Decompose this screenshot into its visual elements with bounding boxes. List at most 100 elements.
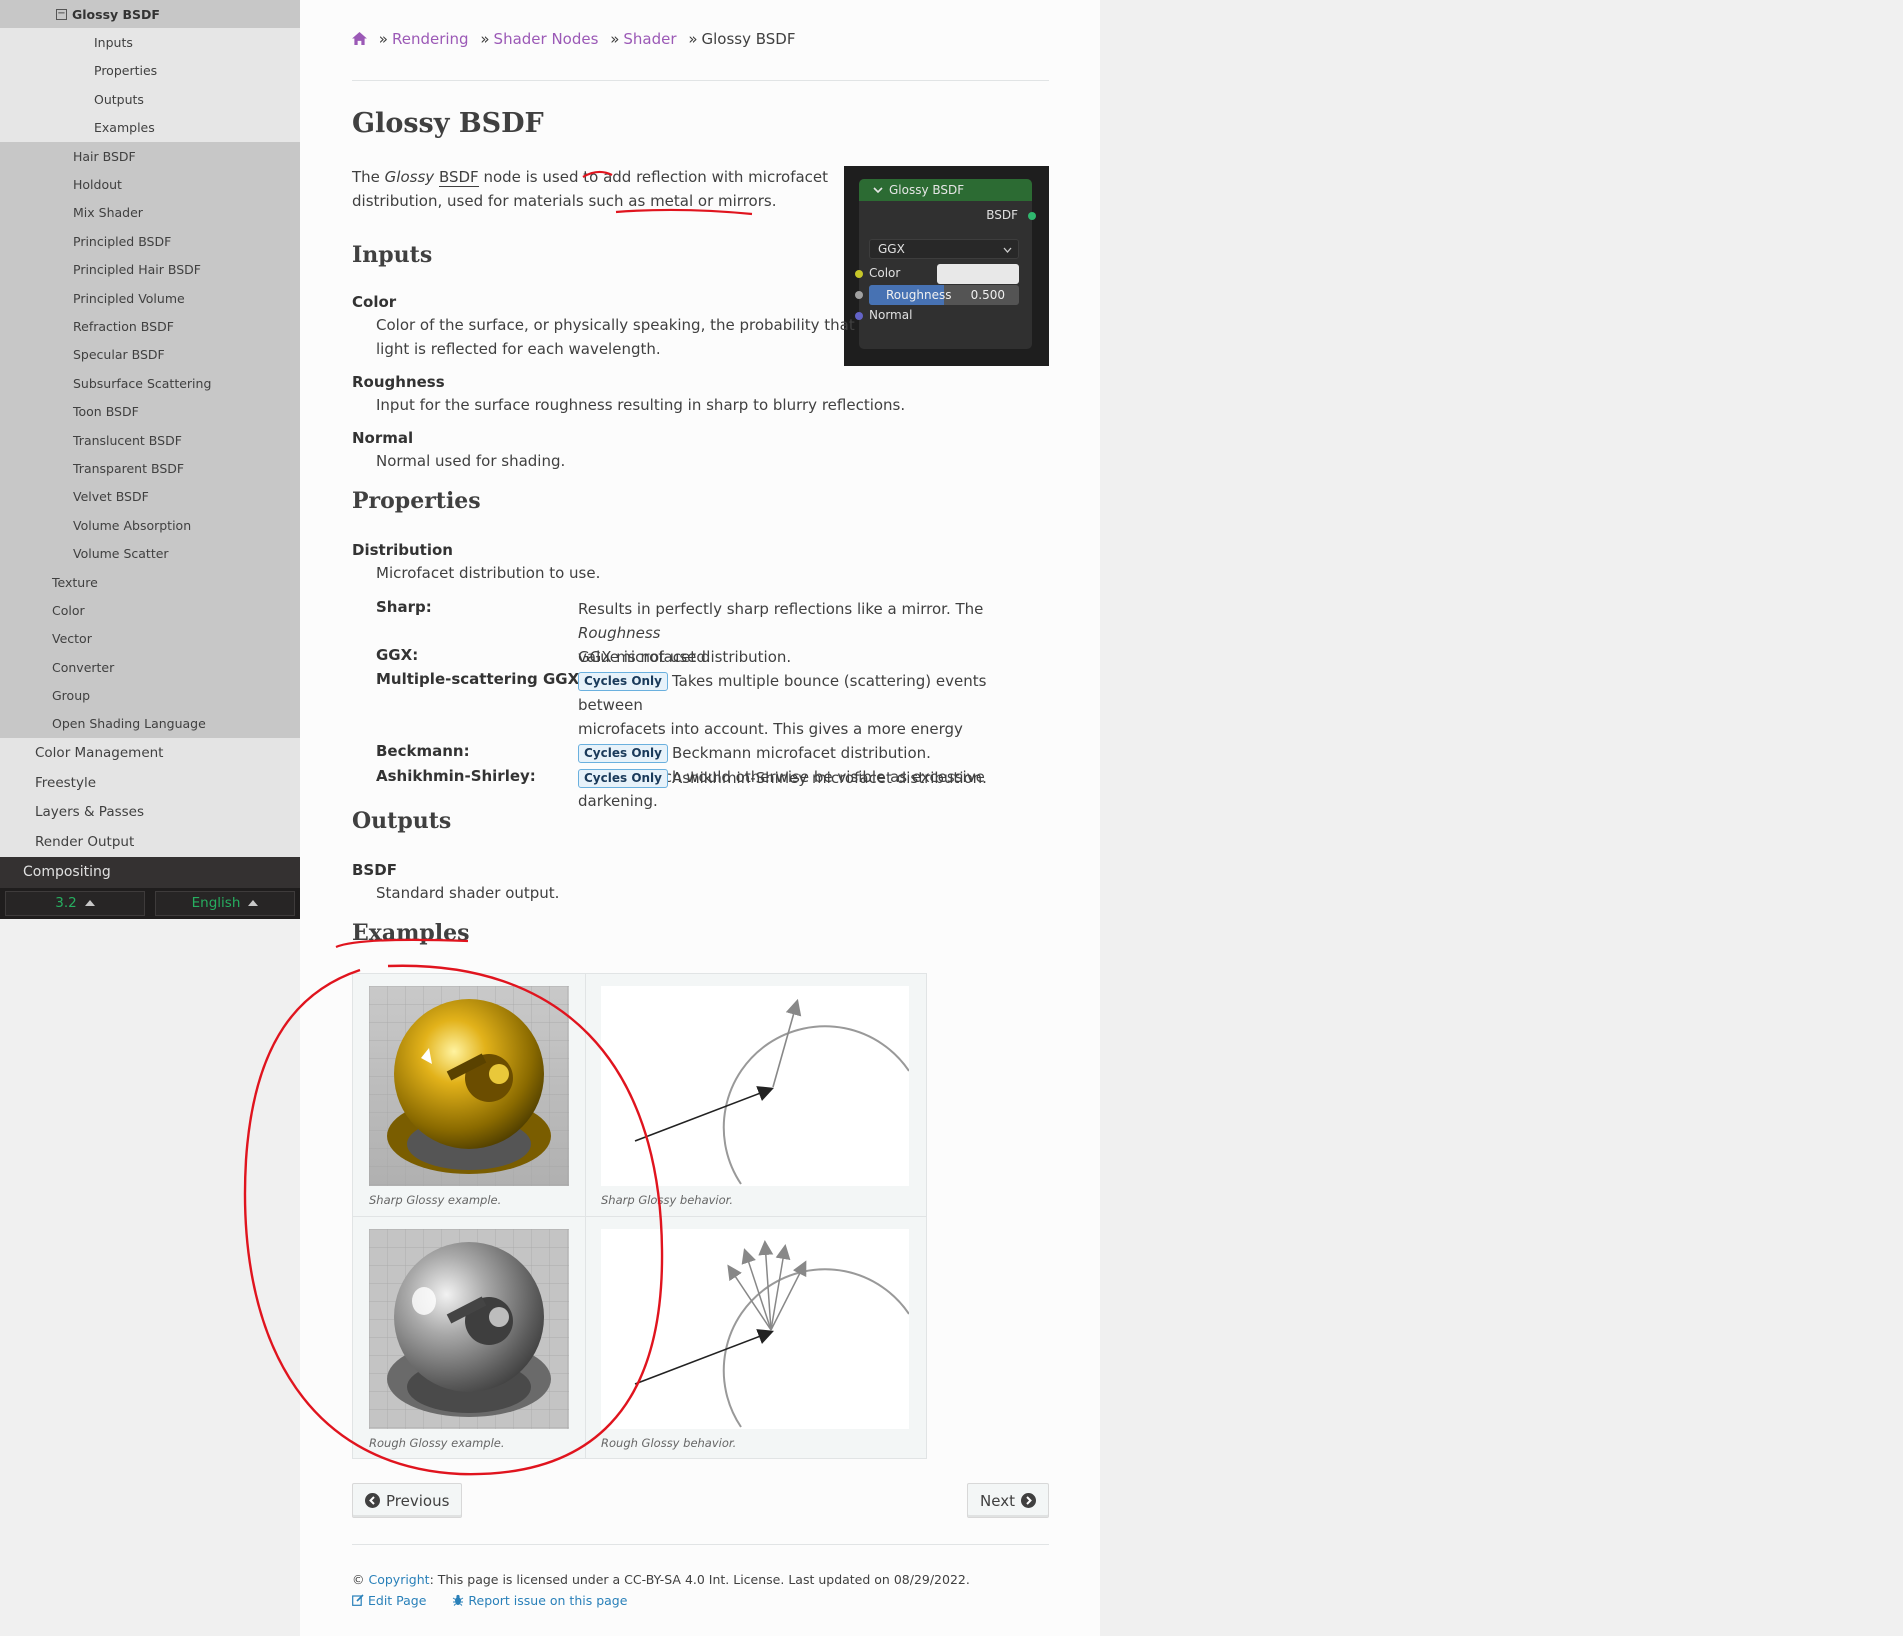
caption-sharp-glossy-behavior: Sharp Glossy behavior. (601, 1193, 733, 1207)
sidebar-item-principled-bsdf[interactable]: Principled BSDF (0, 227, 300, 256)
sidebar-item-subsurface-scattering[interactable]: Subsurface Scattering (0, 369, 300, 398)
sidebar-item-transparent-bsdf[interactable]: Transparent BSDF (0, 454, 300, 483)
caret-up-icon (84, 900, 95, 907)
sidebar-item-outputs[interactable]: Outputs (0, 85, 300, 114)
sidebar-item-osl[interactable]: Open Shading Language (0, 709, 300, 739)
normal-input-socket[interactable] (855, 312, 863, 320)
breadcrumb-shader-nodes[interactable]: Shader Nodes (494, 30, 599, 48)
arrow-circle-left-icon (365, 1493, 380, 1508)
breadcrumb-shader[interactable]: Shader (623, 30, 676, 48)
intro-text-add: add (603, 168, 632, 186)
sidebar-item-texture[interactable]: Texture (0, 567, 300, 597)
color-input-label: Color (869, 266, 901, 280)
chevron-down-icon (873, 187, 883, 194)
color-swatch[interactable] (937, 264, 1019, 284)
breadcrumb-separator: » (688, 30, 698, 48)
sidebar-item-inputs[interactable]: Inputs (0, 28, 300, 57)
breadcrumb-divider (352, 80, 1049, 81)
sidebar-item-refraction-bsdf[interactable]: Refraction BSDF (0, 312, 300, 341)
footer-links: Edit Page Report issue on this page (352, 1593, 627, 1608)
sidebar-item-hair-bsdf[interactable]: Hair BSDF (0, 141, 300, 171)
intro-line-1: The Glossy BSDF node is used to add refl… (352, 165, 828, 189)
sidebar-item-converter[interactable]: Converter (0, 652, 300, 682)
sidebar-item-compositing[interactable]: Compositing (0, 856, 300, 888)
footer-copyright: © Copyright: This page is licensed under… (352, 1572, 970, 1587)
rough-glossy-render (369, 1229, 569, 1429)
sidebar-item-color[interactable]: Color (0, 596, 300, 625)
language-select[interactable]: English (155, 890, 295, 916)
sidebar-item-holdout[interactable]: Holdout (0, 170, 300, 199)
sidebar-item-toon-bsdf[interactable]: Toon BSDF (0, 397, 300, 426)
sidebar-item-properties[interactable]: Properties (0, 56, 300, 86)
breadcrumb-separator: » (480, 30, 490, 48)
breadcrumb-rendering[interactable]: Rendering (392, 30, 469, 48)
intro-line-2: distribution, used for materials such as… (352, 189, 776, 213)
example-cell: Sharp Glossy example. (353, 974, 586, 1217)
node-header: Glossy BSDF (859, 179, 1032, 201)
cycles-only-badge: Cycles Only (578, 672, 668, 691)
input-def-color-2: light is reflected for each wavelength. (376, 340, 661, 358)
sidebar-item-specular-bsdf[interactable]: Specular BSDF (0, 340, 300, 370)
input-def-normal: Normal used for shading. (376, 452, 566, 470)
option-term-beckmann: Beckmann: (376, 742, 470, 760)
version-select[interactable]: 3.2 (5, 890, 145, 916)
sidebar-item-glossy-bsdf[interactable]: − Glossy BSDF (0, 0, 300, 29)
language-label: English (191, 895, 241, 912)
sidebar-item-principled-volume[interactable]: Principled Volume (0, 283, 300, 313)
option-term-multiscatter-ggx: Multiple-scattering GGX: (376, 670, 586, 688)
bsdf-output-socket[interactable] (1028, 212, 1036, 220)
breadcrumb: » Rendering » Shader Nodes » Shader » Glossy… (352, 30, 795, 48)
sidebar-item-color-management[interactable]: Color Management (0, 738, 300, 768)
intro-abbr-bsdf: BSDF (438, 168, 479, 187)
sidebar-item-group[interactable]: Group (0, 681, 300, 710)
caret-up-icon (248, 900, 259, 907)
option-term-ggx: GGX: (376, 646, 419, 664)
option-term-sharp: Sharp: (376, 598, 432, 616)
output-term-bsdf: BSDF (352, 861, 397, 879)
report-issue-label: Report issue on this page (468, 1593, 628, 1608)
roughness-slider[interactable]: Roughness 0.500 (869, 285, 1019, 305)
node-panel: Glossy BSDF BSDF GGX Color Roughness 0.5… (855, 179, 1036, 349)
color-input-socket[interactable] (855, 270, 863, 278)
option-def-beckmann: Cycles Only Beckmann microfacet distribut… (578, 741, 1038, 765)
caption-rough-glossy-behavior: Rough Glossy behavior. (601, 1436, 737, 1450)
home-icon[interactable] (352, 32, 367, 45)
next-button[interactable]: Next (967, 1483, 1049, 1518)
roughness-input-socket[interactable] (855, 291, 863, 299)
copyright-link[interactable]: Copyright (368, 1572, 429, 1587)
sidebar-item-mix-shader[interactable]: Mix Shader (0, 198, 300, 228)
copyright-symbol: © (352, 1572, 365, 1587)
example-cell: Sharp Glossy behavior. (586, 974, 927, 1217)
option-emphasis: Roughness (578, 624, 661, 642)
edit-icon (352, 1594, 364, 1606)
intro-text: node is used to (478, 168, 604, 186)
option-def-ashikhmin-shirley: Cycles Only Ashikhmin-Shirley microfacet … (578, 766, 1038, 790)
report-issue-link[interactable]: Report issue on this page (452, 1593, 627, 1608)
sidebar-item-vector[interactable]: Vector (0, 624, 300, 653)
input-def-roughness: Input for the surface roughness resultin… (376, 396, 906, 414)
sidebar-item-volume-scatter[interactable]: Volume Scatter (0, 539, 300, 568)
next-label: Next (980, 1491, 1015, 1510)
edit-page-link[interactable]: Edit Page (352, 1593, 430, 1608)
heading-inputs: Inputs (352, 242, 433, 268)
sidebar-item-velvet-bsdf[interactable]: Velvet BSDF (0, 482, 300, 512)
option-def-ggx: GGX microfacet distribution. (578, 648, 792, 666)
sidebar-item-volume-absorption[interactable]: Volume Absorption (0, 511, 300, 540)
sidebar-item-freestyle[interactable]: Freestyle (0, 767, 300, 798)
option-text: Results in perfectly sharp reflections l… (578, 600, 984, 618)
breadcrumb-separator: » (378, 30, 388, 48)
sidebar-item-render-output[interactable]: Render Output (0, 826, 300, 857)
sidebar-item-examples[interactable]: Examples (0, 113, 300, 142)
version-switcher: 3.2 English (0, 887, 300, 919)
input-def-color-1: Color of the surface, or physically spea… (376, 316, 855, 334)
previous-button[interactable]: Previous (352, 1483, 463, 1518)
sidebar-item-principled-hair-bsdf[interactable]: Principled Hair BSDF (0, 255, 300, 284)
collapse-icon[interactable]: − (56, 8, 67, 20)
sharp-glossy-diagram (601, 986, 909, 1186)
sidebar-item-translucent-bsdf[interactable]: Translucent BSDF (0, 425, 300, 455)
caption-sharp-glossy-example: Sharp Glossy example. (369, 1193, 502, 1207)
distribution-select[interactable]: GGX (869, 239, 1019, 259)
sidebar-item-layers-passes[interactable]: Layers & Passes (0, 797, 300, 827)
intro-text: reflection with microfacet (631, 168, 829, 186)
edit-page-label: Edit Page (367, 1593, 427, 1608)
